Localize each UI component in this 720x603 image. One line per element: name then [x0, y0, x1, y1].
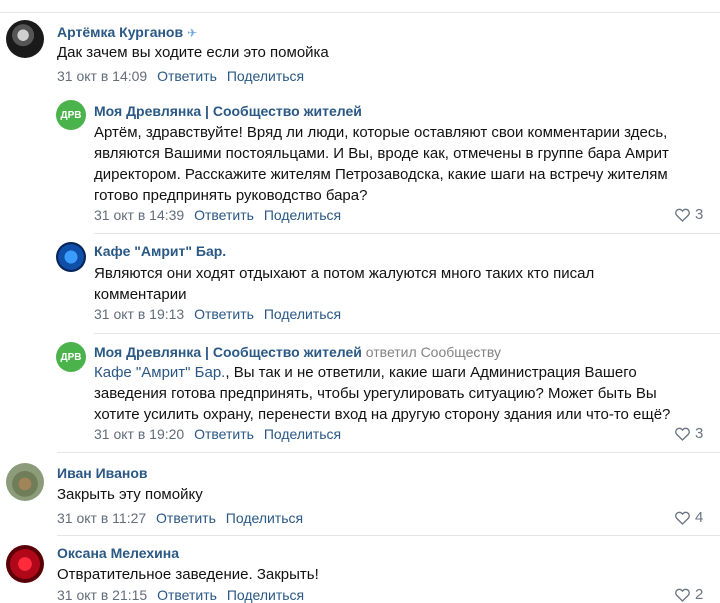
comment-date[interactable]: 31 окт в 14:09 [57, 68, 147, 84]
avatar-label: ДРВ [60, 109, 82, 121]
reply-button[interactable]: Ответить [194, 426, 254, 442]
divider [94, 333, 720, 334]
avatar[interactable]: ДРВ [56, 342, 86, 372]
replied-to-label: ответил Сообществу [365, 344, 501, 360]
reply-button[interactable]: Ответить [157, 68, 217, 84]
comment-author[interactable]: Артёмка Курганов ✈ [57, 24, 197, 40]
share-button[interactable]: Поделиться [227, 68, 304, 84]
share-button[interactable]: Поделиться [227, 587, 304, 603]
heart-outline-icon [675, 511, 690, 525]
avatar[interactable] [56, 242, 86, 272]
comment-meta: 31 окт в 11:27 Ответить Поделиться [57, 510, 303, 526]
comment-date[interactable]: 31 окт в 11:27 [57, 510, 146, 526]
like-count: 4 [695, 509, 704, 526]
verified-mark-icon: ✈ [186, 26, 198, 40]
avatar[interactable] [6, 20, 44, 58]
share-button[interactable]: Поделиться [264, 306, 341, 322]
avatar[interactable] [6, 545, 44, 583]
comment-date[interactable]: 31 окт в 19:13 [94, 306, 184, 322]
avatar[interactable]: ДРВ [56, 100, 86, 130]
comment-meta: 31 окт в 19:13 Ответить Поделиться [94, 306, 341, 322]
comment-meta: 31 окт в 19:20 Ответить Поделиться [94, 426, 341, 442]
comment-meta: 31 окт в 21:15 Ответить Поделиться [57, 587, 304, 603]
comment-date[interactable]: 31 окт в 14:39 [94, 207, 184, 223]
divider [94, 233, 720, 234]
comment-meta: 31 окт в 14:09 Ответить Поделиться [57, 68, 304, 84]
reply-button[interactable]: Ответить [156, 510, 216, 526]
comment-text: Отвратительное заведение. Закрыть! [57, 566, 319, 583]
comment-date[interactable]: 31 окт в 21:15 [57, 587, 147, 603]
like-count: 3 [695, 425, 704, 442]
comment-author[interactable]: Моя Древлянка | Сообщество жителей [94, 103, 362, 119]
avatar[interactable] [6, 463, 44, 501]
reply-button[interactable]: Ответить [194, 306, 254, 322]
comment-text: Дак зачем вы ходите если это помойка [57, 44, 329, 61]
comment-text: Закрыть эту помойку [57, 486, 203, 503]
comment-author[interactable]: Моя Древлянка | Сообщество жителей ответ… [94, 344, 501, 360]
heart-outline-icon [675, 588, 690, 602]
comment-author[interactable]: Оксана Мелехина [57, 545, 179, 561]
comment-author[interactable]: Кафе "Амрит" Бар. [94, 243, 226, 259]
heart-outline-icon [675, 208, 690, 222]
like-count: 2 [695, 586, 704, 603]
reply-button[interactable]: Ответить [157, 587, 217, 603]
top-divider [0, 0, 720, 13]
comment-text: Кафе "Амрит" Бар., Вы так и не ответили,… [94, 362, 692, 425]
like-button[interactable]: 4 [674, 509, 703, 526]
divider [57, 535, 720, 536]
share-button[interactable]: Поделиться [226, 510, 303, 526]
comment-text: Артём, здравствуйте! Вряд ли люди, котор… [94, 124, 669, 204]
avatar-label: ДРВ [60, 351, 82, 363]
share-button[interactable]: Поделиться [264, 426, 341, 442]
like-count: 3 [695, 206, 704, 223]
comment-author[interactable]: Иван Иванов [57, 465, 148, 481]
mention-link[interactable]: Кафе "Амрит" Бар. [94, 364, 225, 381]
comment-date[interactable]: 31 окт в 19:20 [94, 426, 184, 442]
comment-text: Являются они ходят отдыхают а потом жалу… [94, 265, 595, 303]
comment-meta: 31 окт в 14:39 Ответить Поделиться [94, 207, 341, 223]
like-button[interactable]: 3 [674, 425, 703, 442]
share-button[interactable]: Поделиться [264, 207, 341, 223]
divider [57, 452, 720, 453]
like-button[interactable]: 2 [674, 586, 703, 603]
heart-outline-icon [675, 427, 690, 441]
reply-button[interactable]: Ответить [194, 207, 254, 223]
like-button[interactable]: 3 [674, 206, 703, 223]
